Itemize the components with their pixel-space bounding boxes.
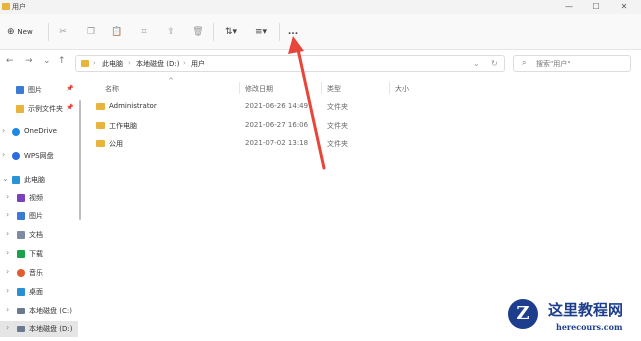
- annotation-arrow: [288, 36, 326, 170]
- watermark-url: herecours.com: [556, 322, 623, 332]
- watermark-logo: Z: [508, 299, 538, 329]
- watermark-title: 这里教程网: [548, 301, 624, 319]
- watermark: Z 这里教程网 herecours.com: [496, 293, 641, 341]
